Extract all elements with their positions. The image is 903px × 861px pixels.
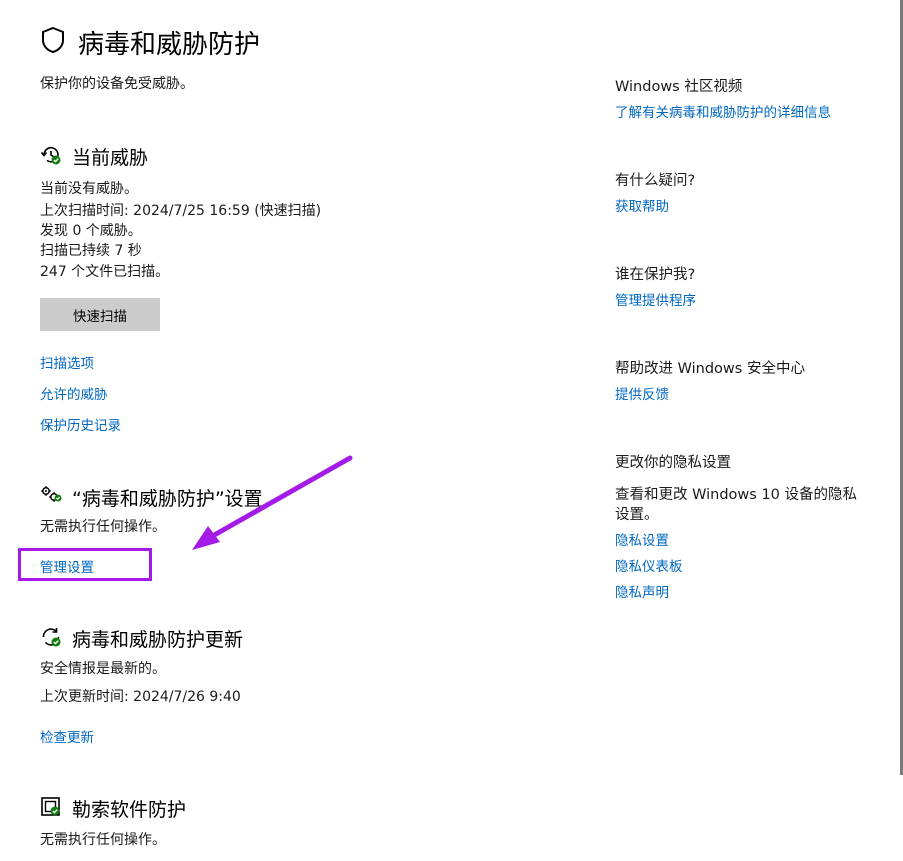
improve-title: 帮助改进 Windows 安全中心 <box>615 361 805 377</box>
allowed-threats-link[interactable]: 允许的威胁 <box>40 383 108 403</box>
updates-heading: 病毒和威胁防护更新 <box>72 629 244 651</box>
protection-history-link[interactable]: 保护历史记录 <box>40 414 121 434</box>
feedback-link[interactable]: 提供反馈 <box>615 383 669 403</box>
privacy-description-line1: 查看和更改 Windows 10 设备的隐私 <box>615 487 858 503</box>
ransomware-heading: 勒索软件防护 <box>72 799 187 821</box>
question-title: 有什么疑问? <box>615 173 696 189</box>
protector-title: 谁在保护我? <box>615 267 696 283</box>
manage-providers-link[interactable]: 管理提供程序 <box>615 289 696 309</box>
ransomware-status: 无需执行任何操作。 <box>40 832 166 848</box>
settings-gear-icon <box>40 485 62 507</box>
last-scan-line: 上次扫描时间: 2024/7/25 16:59 (快速扫描) <box>40 203 322 219</box>
shield-icon <box>40 26 66 58</box>
privacy-description-line2: 设置。 <box>615 507 659 523</box>
last-update-time: 上次更新时间: 2024/7/26 9:40 <box>40 689 241 705</box>
ransomware-icon <box>40 796 62 822</box>
scan-options-link[interactable]: 扫描选项 <box>40 352 94 372</box>
current-threats-heading: 当前威胁 <box>72 147 149 169</box>
scan-duration-line: 扫描已持续 7 秒 <box>40 243 142 259</box>
privacy-statement-link[interactable]: 隐私声明 <box>615 581 669 601</box>
annotation-arrow <box>192 455 353 550</box>
privacy-title: 更改你的隐私设置 <box>615 455 731 471</box>
quick-scan-button[interactable]: 快速扫描 <box>40 298 160 331</box>
community-videos-title: Windows 社区视频 <box>615 79 743 95</box>
update-refresh-icon <box>40 626 62 652</box>
privacy-settings-link[interactable]: 隐私设置 <box>615 529 669 549</box>
learn-more-link[interactable]: 了解有关病毒和威胁防护的详细信息 <box>615 101 831 121</box>
settings-status: 无需执行任何操作。 <box>40 519 166 535</box>
files-scanned-line: 247 个文件已扫描。 <box>40 264 170 280</box>
privacy-dashboard-link[interactable]: 隐私仪表板 <box>615 555 683 575</box>
updates-status: 安全情报是最新的。 <box>40 661 166 677</box>
get-help-link[interactable]: 获取帮助 <box>615 195 669 215</box>
highlight-box <box>18 548 152 581</box>
threats-found-line: 发现 0 个威胁。 <box>40 223 142 239</box>
check-updates-link[interactable]: 检查更新 <box>40 726 94 746</box>
threat-status-line: 当前没有威胁。 <box>40 181 138 197</box>
page-title: 病毒和威胁防护 <box>78 30 261 60</box>
threat-history-icon <box>40 144 62 170</box>
page-subtitle: 保护你的设备免受威胁。 <box>40 76 194 92</box>
